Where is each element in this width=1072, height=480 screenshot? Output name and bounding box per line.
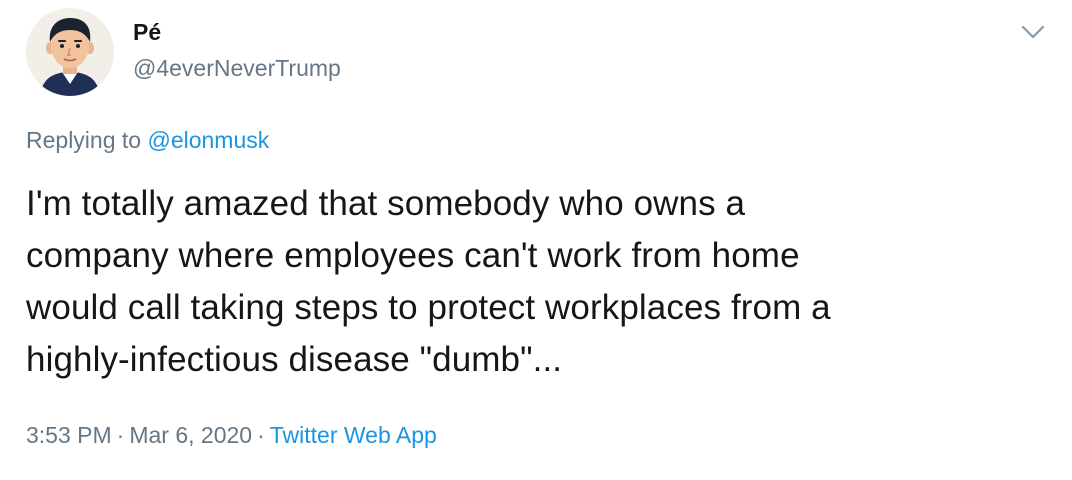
tweet-text-line: would call taking steps to protect workp… [26, 288, 831, 327]
cartoon-man-avatar-icon [26, 8, 114, 96]
avatar[interactable] [26, 8, 114, 96]
tweet-text-line: highly-infectious disease "dumb"... [26, 340, 563, 379]
reply-mention-link[interactable]: @elonmusk [147, 127, 269, 153]
author-handle[interactable]: @4everNeverTrump [133, 54, 341, 82]
tweet-text-line: company where employees can't work from … [26, 236, 800, 275]
tweet-card: Pé @4everNeverTrump Replying to @elonmus… [0, 0, 1072, 480]
tweet-time[interactable]: 3:53 PM [26, 422, 112, 448]
reply-prefix: Replying to [26, 127, 142, 153]
meta-separator: · [116, 422, 125, 448]
chevron-down-icon[interactable] [1018, 20, 1048, 44]
tweet-text-line: I'm totally amazed that somebody who own… [26, 184, 746, 223]
tweet-meta: 3:53 PM · Mar 6, 2020 · Twitter Web App [26, 421, 437, 449]
meta-separator: · [257, 422, 265, 448]
reply-context: Replying to @elonmusk [26, 126, 269, 154]
tweet-text: I'm totally amazed that somebody who own… [26, 178, 1046, 386]
tweet-source-link[interactable]: Twitter Web App [270, 422, 437, 448]
tweet-date[interactable]: Mar 6, 2020 [129, 422, 252, 448]
author-display-name[interactable]: Pé [133, 18, 161, 46]
